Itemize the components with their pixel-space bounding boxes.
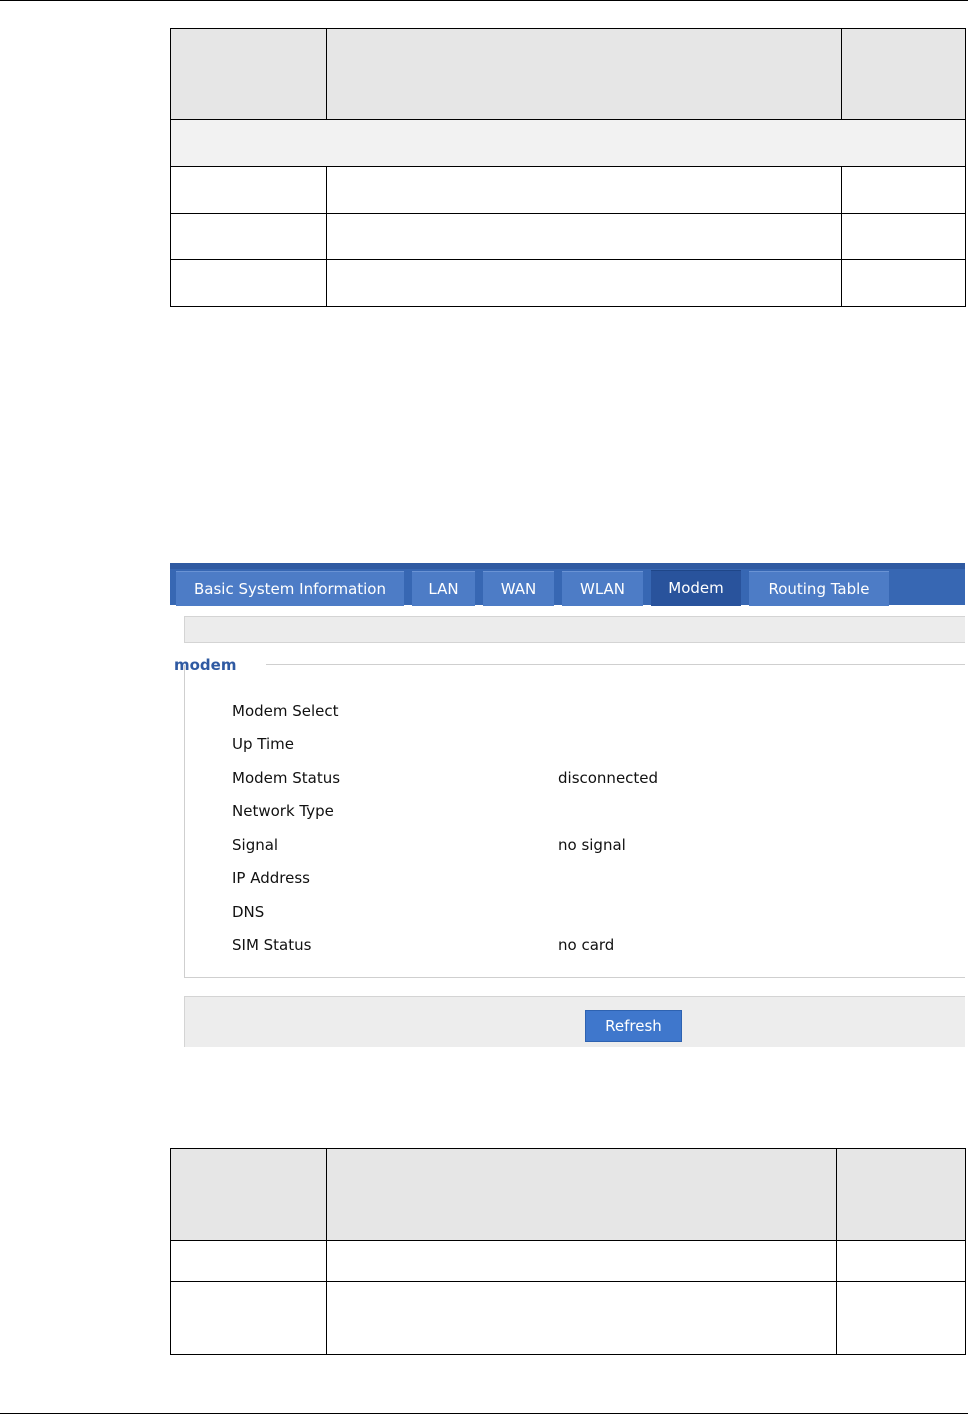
field-label-network-type: Network Type (232, 802, 334, 820)
table-cell (170, 1281, 327, 1355)
table-row (170, 1281, 966, 1355)
field-value-signal: no signal (558, 836, 626, 854)
table-row (170, 259, 966, 307)
table-cell (170, 166, 327, 214)
refresh-button[interactable]: Refresh (585, 1010, 682, 1042)
field-label-modem-select: Modem Select (232, 702, 339, 720)
table-header-cell (326, 28, 842, 120)
table-cell (326, 259, 842, 307)
router-status-screenshot: Basic System Information LAN WAN WLAN Mo… (170, 563, 965, 1047)
tab-basic-system-information[interactable]: Basic System Information (176, 571, 404, 606)
field-label-dns: DNS (232, 903, 265, 921)
table-cell (326, 1281, 837, 1355)
field-label-ip-address: IP Address (232, 869, 310, 887)
table-cell (326, 1240, 837, 1282)
table-header-cell (326, 1148, 837, 1241)
field-label-sim-status: SIM Status (232, 936, 312, 954)
table-section-row (170, 119, 966, 167)
field-value-modem-status: disconnected (558, 769, 659, 787)
table-cell (170, 1240, 327, 1282)
page-top-rule (0, 0, 968, 1)
table-header-cell (170, 28, 327, 120)
parameter-table-bottom (170, 1148, 966, 1355)
field-label-modem-status: Modem Status (232, 769, 341, 787)
table-header-row (170, 1148, 966, 1241)
tab-routing-table[interactable]: Routing Table (749, 571, 889, 606)
field-label-up-time: Up Time (232, 735, 294, 753)
table-header-cell (170, 1148, 327, 1241)
table-cell (326, 166, 842, 214)
tab-modem[interactable]: Modem (651, 570, 741, 606)
table-cell (841, 213, 966, 260)
message-strip (184, 616, 965, 643)
tab-bar-top-edge (170, 563, 965, 569)
table-header-row (170, 28, 966, 120)
field-label-signal: Signal (232, 836, 279, 854)
table-header-cell (836, 1148, 966, 1241)
button-bar (184, 996, 965, 1047)
table-row (170, 213, 966, 260)
parameter-table-top (170, 28, 966, 307)
table-cell (836, 1281, 966, 1355)
table-section-cell (170, 119, 966, 167)
table-cell (326, 213, 842, 260)
table-cell (170, 259, 327, 307)
tab-wan[interactable]: WAN (483, 571, 554, 606)
tab-bar: Basic System Information LAN WAN WLAN Mo… (170, 563, 965, 606)
tab-wlan[interactable]: WLAN (562, 571, 643, 606)
table-cell (841, 259, 966, 307)
table-cell (841, 166, 966, 214)
table-row (170, 166, 966, 214)
table-cell (836, 1240, 966, 1282)
page-bottom-rule (0, 1413, 968, 1414)
field-value-sim-status: no card (558, 936, 615, 954)
tab-lan[interactable]: LAN (412, 571, 475, 606)
table-header-cell (841, 28, 966, 120)
table-cell (170, 213, 327, 260)
table-row (170, 1240, 966, 1282)
